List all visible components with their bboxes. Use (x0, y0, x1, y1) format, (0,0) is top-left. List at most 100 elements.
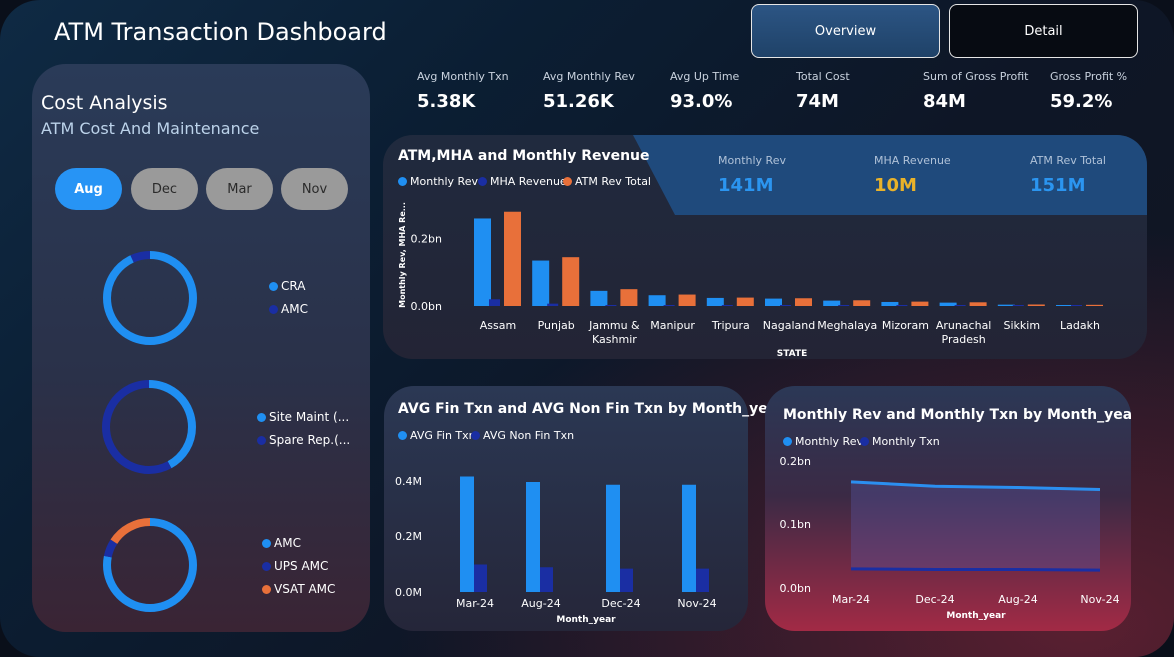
legend-dot (269, 304, 278, 314)
y-tick-label: 0.2M (395, 530, 422, 543)
detail-button[interactable]: Detail (949, 4, 1138, 58)
bar-mha-revenue (954, 305, 966, 306)
y-tick-label: 0.2bn (411, 233, 442, 246)
x-tick-label: Arunachal (936, 319, 992, 332)
month-filter-nov[interactable]: Nov (281, 168, 348, 210)
x-tick-label: Jammu & (588, 319, 640, 332)
kpi-value: 93.0% (670, 91, 733, 112)
kpi-label: Avg Up Time (670, 70, 740, 83)
area-monthly-rev (851, 481, 1100, 571)
bar-mha-revenue (605, 305, 617, 306)
x-tick-label: Nagaland (763, 319, 815, 332)
legend-dot (257, 412, 266, 422)
kpi-value: 5.38K (417, 91, 476, 112)
x-tick-label: Assam (480, 319, 516, 332)
cost-analysis-panel: Cost Analysis ATM Cost And Maintenance A… (32, 64, 370, 632)
x-tick-label: Aug-24 (521, 597, 560, 610)
fin-txn-panel: AVG Fin Txn and AVG Non Fin Txn by Month… (384, 386, 784, 631)
donut3-legend-amc: AMC (262, 536, 301, 550)
bar-mha-revenue (489, 299, 500, 306)
y-tick-label: 0.4M (395, 475, 422, 488)
y-tick-label: 0.2bn (780, 455, 811, 468)
bar-monthly-rev (590, 290, 608, 306)
kpi-label: Avg Monthly Rev (543, 70, 635, 83)
legend-dot (262, 584, 271, 594)
legend-label: Site Maint (... (269, 410, 350, 424)
legend-label: Spare Rep.(... (269, 433, 351, 447)
x-tick-label: Nov-24 (1080, 593, 1119, 606)
month-filter-mar[interactable]: Mar (206, 168, 273, 210)
x-tick-label: Ladakh (1060, 319, 1100, 332)
x-tick-label: Mar-24 (456, 597, 494, 610)
bar-monthly-rev (765, 298, 782, 306)
fin-txn-bar-chart: 0.0M 0.2M 0.4M Mar-24 Aug-24 Dec-24 Nov-24 Mont… (395, 475, 717, 625)
bar-mha-revenue (838, 305, 850, 306)
bar-avg-non-fin-txn (620, 568, 633, 592)
kpi-gross-profit: Sum of Gross Profit 84M (923, 70, 1028, 112)
kpi-avg-up-time: Avg Up Time 93.0% (670, 70, 739, 112)
bar-atm-rev-total (1027, 304, 1045, 306)
cost-analysis-title: Cost Analysis (41, 92, 168, 114)
x-tick-label: Sikkim (1004, 319, 1041, 332)
month-filter-aug[interactable]: Aug (55, 168, 122, 210)
x-tick-label: Pradesh (942, 333, 986, 346)
legend-dot (262, 538, 271, 548)
bar-mha-revenue (896, 305, 908, 306)
bar-atm-rev-total (504, 211, 521, 306)
page-title: ATM Transaction Dashboard (54, 18, 387, 46)
x-tick-label: Dec-24 (915, 593, 954, 606)
monthly-rev-panel: Monthly Rev and Monthly Txn by Month_yea… (765, 386, 1131, 631)
kpi-label: Total Cost (796, 70, 850, 83)
line-monthly-txn (850, 567, 1101, 572)
legend-dot (269, 281, 278, 291)
bar-monthly-rev (706, 297, 724, 306)
legend-dot (262, 561, 271, 571)
month-filter-dec[interactable]: Dec (131, 168, 198, 210)
monthly-rev-line-chart: 0.2bn 0.1bn 0.0bn Mar-24 Dec-24 Aug-24 Nov-24 M… (780, 455, 1120, 621)
kpi-avg-monthly-txn: Avg Monthly Txn 5.38K (417, 70, 509, 112)
y-axis-label: Monthly Rev, MHA Re... (398, 202, 407, 308)
kpi-value: 59.2% (1050, 91, 1113, 112)
donut1-legend-amc: AMC (269, 302, 308, 316)
legend-label: AMC (274, 536, 301, 550)
x-tick-label: Mizoram (882, 319, 929, 332)
x-tick-label: Mar-24 (832, 593, 870, 606)
bar-atm-rev-total (911, 301, 929, 306)
bar-avg-fin-txn (460, 476, 474, 592)
x-tick-label: Manipur (650, 319, 695, 332)
bar-monthly-rev (823, 300, 841, 306)
legend-label: VSAT AMC (274, 582, 336, 596)
bar-atm-rev-total (562, 257, 580, 306)
donut1-legend-cra: CRA (269, 279, 305, 293)
legend-dot (257, 435, 266, 445)
x-tick-label: Aug-24 (998, 593, 1037, 606)
x-tick-label: Tripura (711, 319, 750, 332)
donut2-legend-site-maint: Site Maint (... (257, 410, 349, 424)
cra-amc-donut (103, 251, 197, 345)
bar-atm-rev-total (736, 297, 754, 306)
state-bar-chart: 0.2bn 0.0bn Monthly Rev, MHA Re... Assam Pun… (398, 202, 1103, 359)
donut3-legend-vsat-amc: VSAT AMC (262, 582, 335, 596)
kpi-value: 74M (796, 91, 839, 112)
bar-avg-non-fin-txn (540, 567, 553, 592)
bar-avg-fin-txn (606, 484, 620, 592)
amc-ups-vsat-donut (103, 518, 197, 612)
bar-mha-revenue (1012, 305, 1024, 306)
legend-label: AMC (281, 302, 308, 316)
bar-monthly-rev (648, 295, 666, 306)
donut2-legend-spare-rep: Spare Rep.(... (257, 433, 350, 447)
bar-monthly-rev (881, 301, 899, 306)
bar-monthly-rev (939, 302, 957, 306)
legend-label: UPS AMC (274, 559, 329, 573)
bar-monthly-rev (997, 304, 1015, 306)
bar-mha-revenue (721, 305, 733, 306)
x-tick-label: Meghalaya (817, 319, 877, 332)
kpi-value: 51.26K (543, 91, 614, 112)
kpi-label: Avg Monthly Txn (417, 70, 509, 83)
kpi-label: Sum of Gross Profit (923, 70, 1029, 83)
bar-atm-rev-total (1086, 304, 1103, 306)
bar-avg-fin-txn (526, 482, 540, 592)
donut3-legend-ups-amc: UPS AMC (262, 559, 328, 573)
overview-button[interactable]: Overview (751, 4, 940, 58)
x-tick-label: Nov-24 (677, 597, 716, 610)
